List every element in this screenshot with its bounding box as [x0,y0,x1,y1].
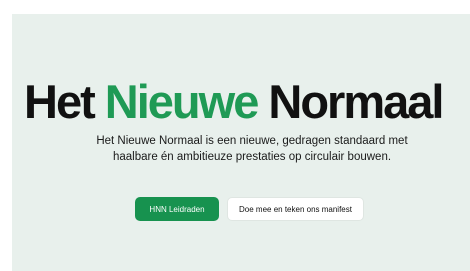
hnn-leidraden-button[interactable]: HNN Leidraden [135,197,219,221]
hero-title-accent: Nieuwe [104,75,260,128]
hero-description: Het Nieuwe Normaal is een nieuwe, gedrag… [96,135,408,163]
top-strip [0,0,470,14]
hero-title: Het Nieuwe Normaal [24,72,470,132]
hero-title-part2: Normaal [257,75,444,128]
hero-title-part1: Het [24,75,105,128]
sign-manifest-button[interactable]: Doe mee en teken ons manifest [227,197,364,221]
